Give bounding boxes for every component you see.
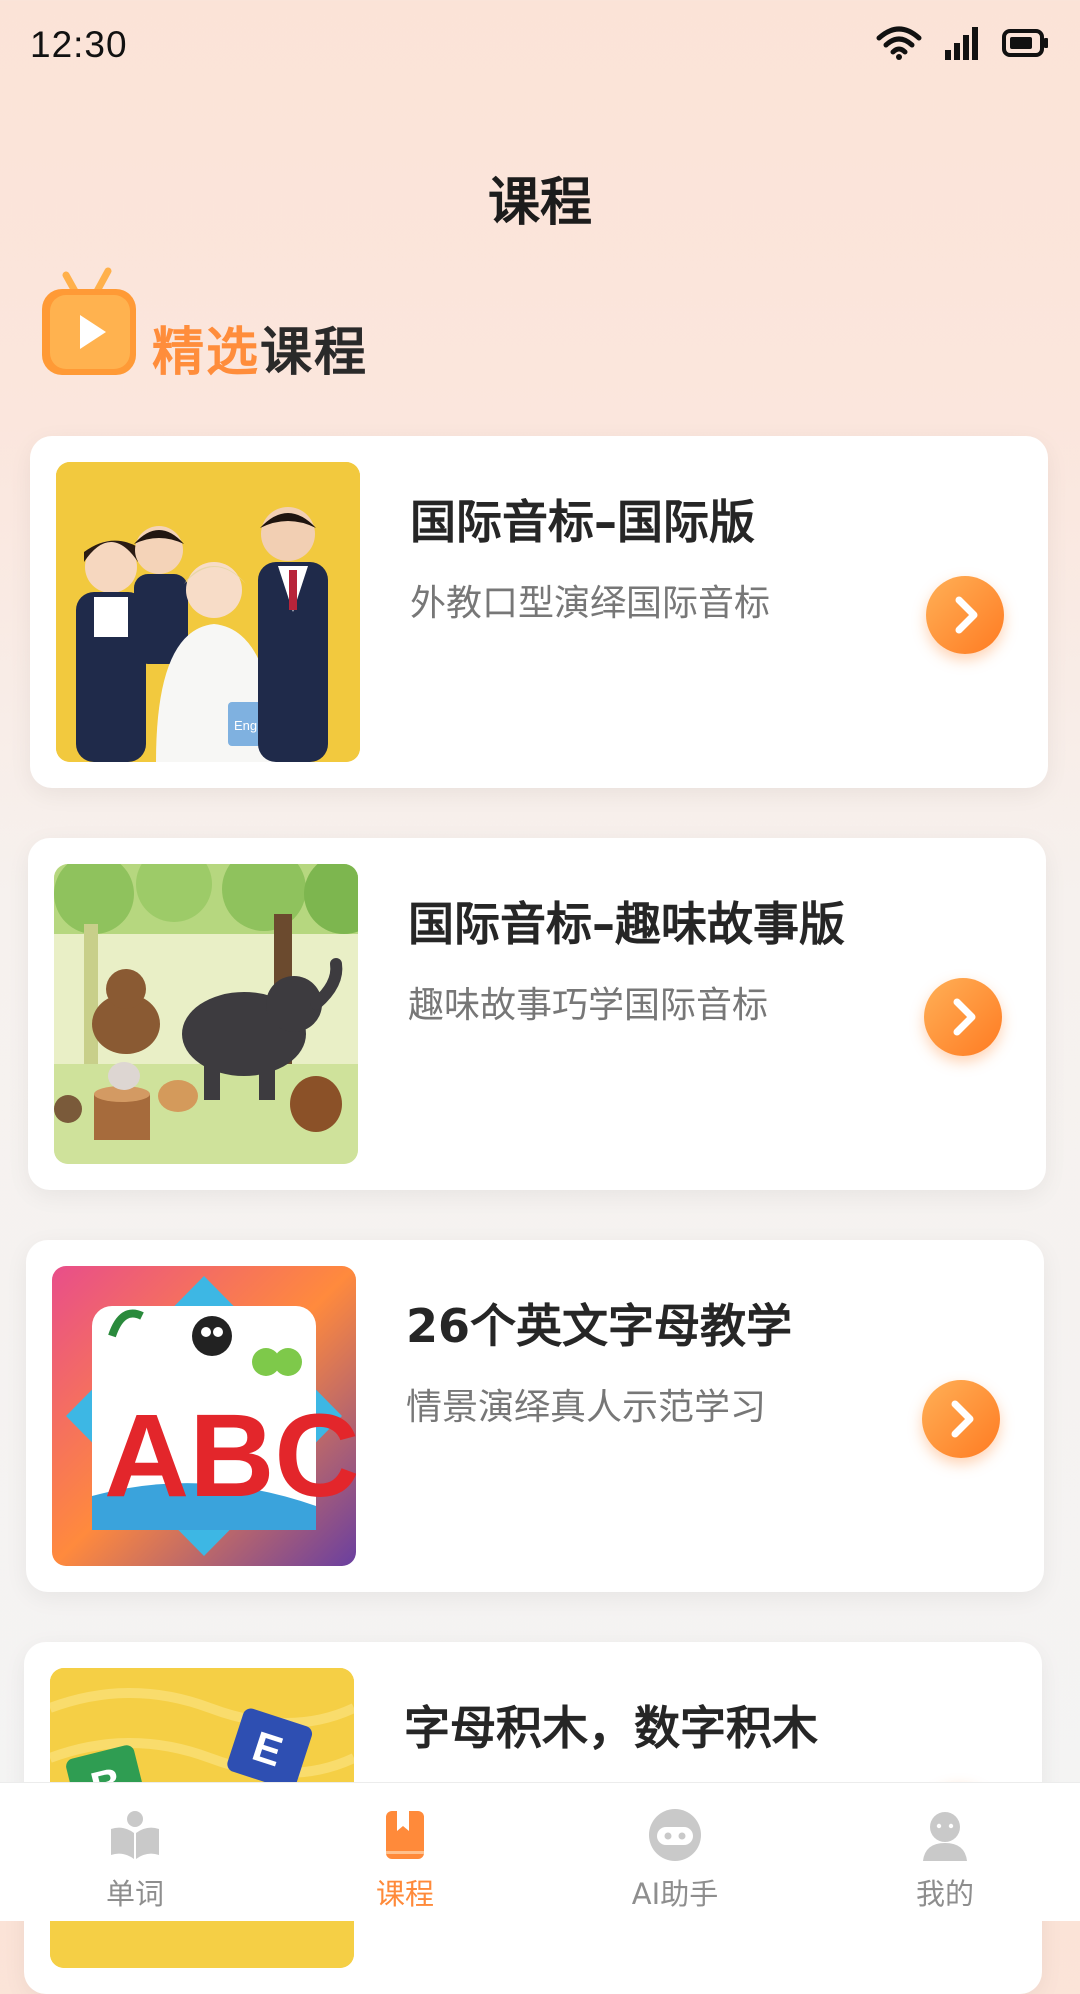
course-card-phonetics-international[interactable]: English 国际音标–国际版 外教口型演绎国际音标 — [30, 436, 1048, 788]
status-bar: 12:30 — [0, 0, 1080, 95]
page-title: 课程 — [487, 173, 592, 233]
abc-letters: ABC — [104, 1390, 356, 1522]
course-go-button[interactable] — [924, 978, 1002, 1056]
tab-ai-assistant[interactable]: AI助手 — [540, 1783, 810, 1921]
course-card-phonetics-story[interactable]: 国际音标–趣味故事版 趣味故事巧学国际音标 — [28, 838, 1046, 1190]
battery-icon — [1002, 29, 1048, 57]
chevron-right-icon — [951, 1400, 974, 1438]
wifi-icon — [876, 26, 922, 60]
tab-label: 我的 — [915, 1877, 974, 1911]
tab-mine[interactable]: 我的 — [810, 1783, 1080, 1921]
status-icons — [876, 26, 1050, 60]
robot-chat-icon — [649, 1809, 701, 1861]
course-thumbnail-teacher-students: English — [56, 462, 360, 762]
chevron-right-icon — [953, 998, 976, 1036]
course-subtitle: 趣味故事巧学国际音标 — [408, 985, 769, 1026]
featured-courses-heading: 精选课程 — [40, 265, 640, 385]
course-subtitle: 情景演绎真人示范学习 — [406, 1387, 767, 1428]
section-title: 精选课程 — [152, 310, 368, 385]
tab-label: AI助手 — [631, 1877, 719, 1911]
course-subtitle: 外教口型演绎国际音标 — [410, 583, 771, 624]
course-title: 国际音标–趣味故事版 — [408, 897, 845, 951]
teacher-students-illustration: English — [56, 462, 360, 762]
chevron-right-icon — [955, 596, 978, 634]
bookmark-book-icon — [386, 1811, 424, 1859]
course-thumbnail-forest-animals — [54, 864, 358, 1164]
course-thumbnail-abc: ABC — [52, 1266, 356, 1566]
signal-icon — [945, 27, 978, 60]
tab-courses[interactable]: 课程 — [270, 1783, 540, 1921]
tab-label: 课程 — [375, 1877, 434, 1911]
course-title: 字母积木，数字积木 — [404, 1701, 818, 1755]
forest-animals-illustration — [54, 864, 358, 1164]
course-go-button[interactable] — [922, 1380, 1000, 1458]
tv-play-icon — [42, 267, 136, 375]
section-title-highlight: 精选 — [152, 323, 261, 383]
bottom-tab-bar: 单词 课程 AI助手 我的 — [0, 1782, 1080, 1921]
user-icon — [923, 1812, 967, 1861]
abc-letters-illustration: ABC — [52, 1266, 356, 1566]
book-open-icon — [111, 1811, 159, 1859]
tab-label: 单词 — [105, 1877, 164, 1911]
tab-words[interactable]: 单词 — [0, 1783, 270, 1921]
status-time: 12:30 — [30, 24, 128, 65]
course-title: 26个英文字母教学 — [406, 1299, 793, 1353]
course-title: 国际音标–国际版 — [410, 495, 755, 549]
section-title-rest: 课程 — [260, 323, 369, 383]
course-card-alphabet[interactable]: ABC 26个英文字母教学 情景演绎真人示范学习 — [26, 1240, 1044, 1592]
course-go-button[interactable] — [926, 576, 1004, 654]
